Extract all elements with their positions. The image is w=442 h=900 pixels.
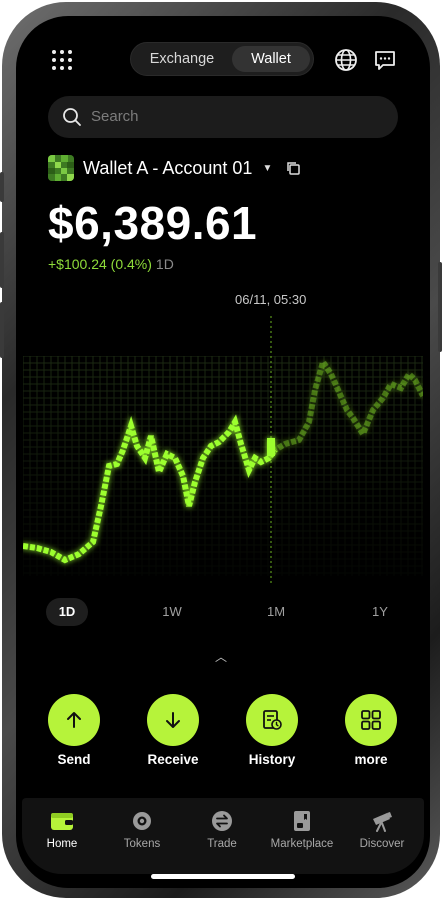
chevron-down-icon[interactable]: ▼ <box>262 163 272 174</box>
mode-switcher: Exchange Wallet <box>130 42 314 76</box>
account-name: Wallet A - Account 01 <box>83 157 253 178</box>
volume-up-button <box>0 232 4 288</box>
range-1w[interactable]: 1W <box>152 598 192 626</box>
apps-grid-icon <box>345 694 397 746</box>
arrow-down-icon <box>147 694 199 746</box>
copy-icon[interactable] <box>286 161 301 175</box>
mute-switch <box>0 172 4 202</box>
balance-change: +$100.24 (0.4%) 1D <box>48 256 174 272</box>
nav-tokens-label: Tokens <box>123 838 161 850</box>
tab-wallet[interactable]: Wallet <box>232 46 310 72</box>
send-label: Send <box>57 752 91 767</box>
nav-marketplace-label: Marketplace <box>270 838 334 850</box>
search-icon <box>63 108 81 126</box>
balance-amount: $6,389.61 <box>48 197 258 249</box>
nav-discover-label: Discover <box>359 838 405 850</box>
change-period: 1D <box>155 256 174 272</box>
search-bar[interactable]: Search <box>48 96 398 138</box>
grid-icon[interactable] <box>52 50 72 70</box>
power-button <box>438 262 442 352</box>
history-icon <box>246 694 298 746</box>
receive-label: Receive <box>147 752 199 767</box>
more-label: more <box>354 752 388 767</box>
history-label: History <box>248 752 296 767</box>
receive-button[interactable]: Receive <box>138 694 208 767</box>
chevron-up-icon[interactable]: ︿ <box>215 648 227 665</box>
history-button[interactable]: History <box>237 694 307 767</box>
top-bar: Exchange Wallet <box>16 16 430 106</box>
app-screen: Exchange Wallet Search Wallet A - Accoun… <box>16 16 430 888</box>
home-indicator <box>151 874 295 879</box>
swap-icon <box>212 811 232 831</box>
wallet-icon <box>51 813 73 830</box>
account-avatar <box>48 155 74 181</box>
nav-trade[interactable]: Trade <box>182 810 262 850</box>
marketplace-icon <box>294 811 310 831</box>
token-icon <box>133 812 151 830</box>
portfolio-chart[interactable] <box>23 286 423 586</box>
range-selector: 1D 1W 1M 1Y <box>46 598 400 626</box>
telescope-icon <box>373 812 392 832</box>
send-button[interactable]: Send <box>39 694 109 767</box>
nav-marketplace[interactable]: Marketplace <box>262 810 342 850</box>
range-1y[interactable]: 1Y <box>360 598 400 626</box>
message-icon[interactable] <box>373 48 397 72</box>
nav-discover[interactable]: Discover <box>342 810 422 850</box>
range-1d[interactable]: 1D <box>46 598 88 626</box>
volume-down-button <box>0 302 4 358</box>
tab-exchange[interactable]: Exchange <box>135 46 229 72</box>
nav-home[interactable]: Home <box>22 810 102 850</box>
change-value: +$100.24 (0.4%) <box>48 256 152 272</box>
nav-home-label: Home <box>46 838 78 850</box>
globe-icon[interactable] <box>334 48 358 72</box>
arrow-up-icon <box>48 694 100 746</box>
nav-trade-label: Trade <box>207 838 237 850</box>
range-1m[interactable]: 1M <box>256 598 296 626</box>
search-placeholder: Search <box>91 108 139 125</box>
more-button[interactable]: more <box>336 694 406 767</box>
nav-tokens[interactable]: Tokens <box>102 810 182 850</box>
phone-frame: Exchange Wallet Search Wallet A - Accoun… <box>0 2 442 898</box>
bottom-nav: Home Tokens Trade Marketplace Discover <box>22 798 424 874</box>
account-selector[interactable]: Wallet A - Account 01 ▼ <box>48 155 301 181</box>
